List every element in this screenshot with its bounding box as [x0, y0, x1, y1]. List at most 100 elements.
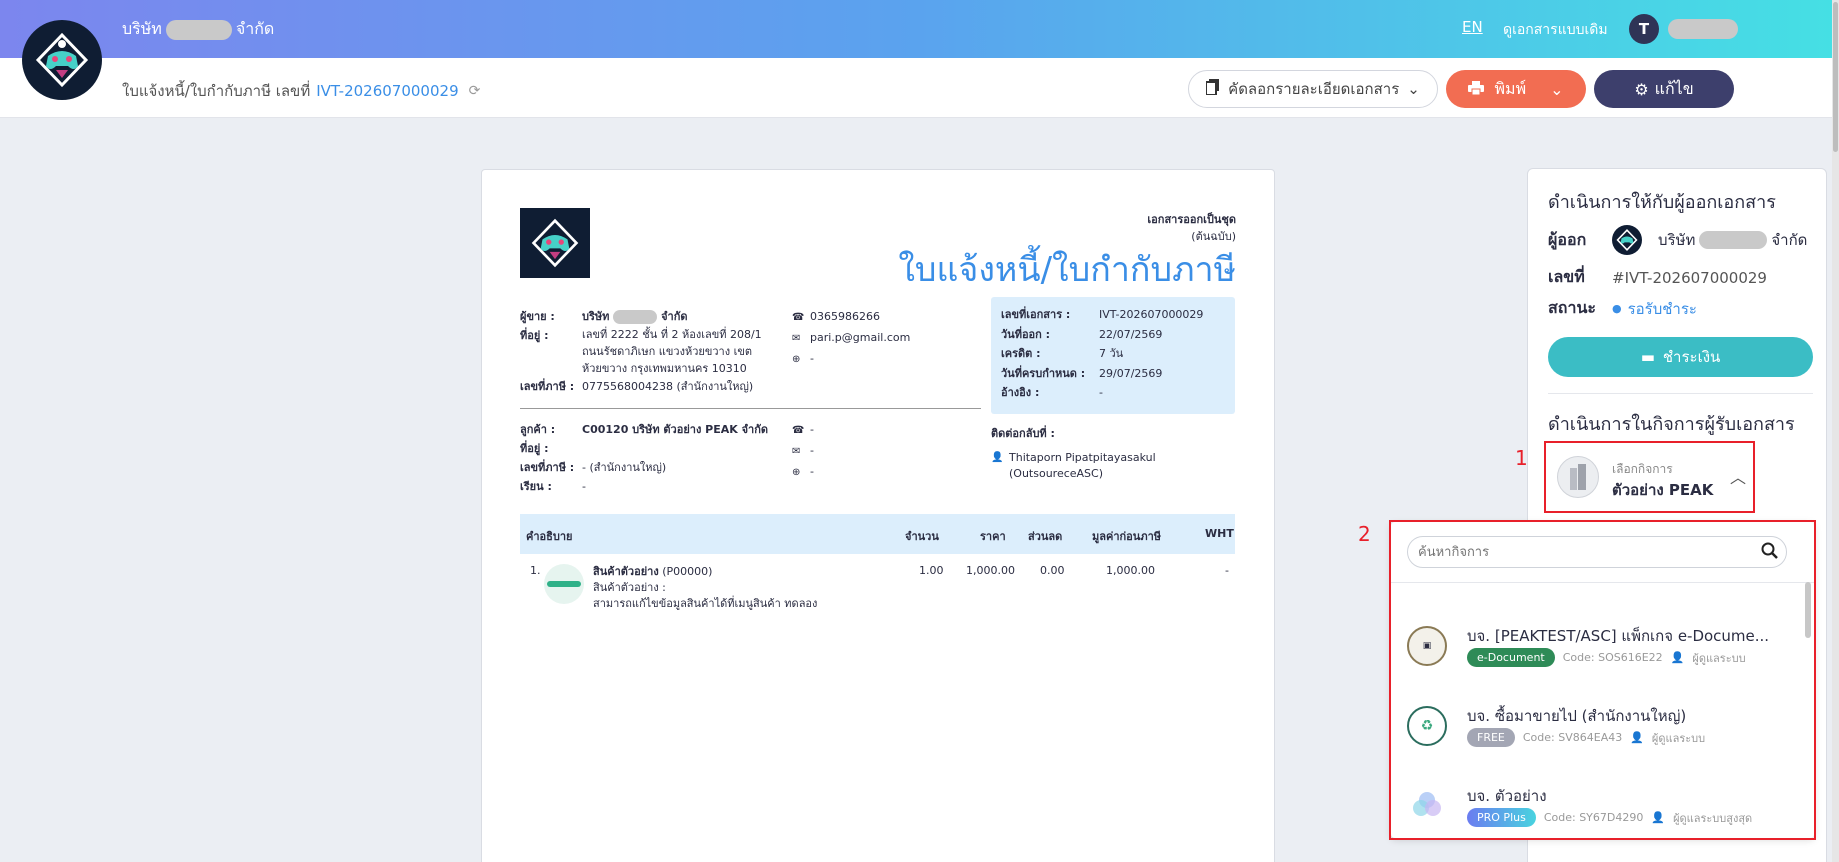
gamepad-logo-icon [1616, 229, 1638, 251]
legacy-docs-link[interactable]: ดูเอกสารแบบเดิม [1503, 19, 1608, 41]
company-prefix: บริษัท [122, 19, 162, 38]
top-bar: บริษัท จำกัด EN ดูเอกสารแบบเดิม T [0, 0, 1839, 58]
copy-icon [1205, 79, 1220, 99]
seller-name: บริษัท จำกัด [582, 307, 782, 326]
reference-label: อ้างอิง : [1001, 386, 1040, 399]
divider [520, 408, 981, 409]
user-name-redacted[interactable] [1668, 19, 1738, 39]
seller-tax-id: 0775568004238 (สำนักงานใหญ่) [582, 380, 754, 393]
language-switch-link[interactable]: EN [1462, 18, 1483, 36]
edit-button[interactable]: ⚙ แก้ไข [1594, 70, 1734, 108]
globe-icon: ⊕ [792, 467, 801, 478]
customer-tax-id: - (สำนักงานใหญ่) [582, 461, 667, 474]
status-value: รอรับชำระ [1627, 299, 1697, 318]
doc-no-value: IVT-202607000029 [1099, 308, 1204, 321]
seller-tax-label: เลขที่ภาษี : [520, 380, 575, 393]
customer-phone: - [810, 423, 814, 436]
customer-tax-label: เลขที่ภาษี : [520, 461, 575, 474]
document-preview: เอกสารออกเป็นชุด (ต้นฉบับ) ใบแจ้งหนี้/ใบ… [481, 169, 1275, 862]
document-title: ใบแจ้งหนี้/ใบกำกับภาษี เลขที่ IVT-202607… [122, 79, 480, 103]
refresh-icon[interactable]: ⟳ [469, 83, 481, 99]
issue-date-label: วันที่ออก : [1001, 327, 1051, 341]
number-row: เลขที่ #IVT-202607000029 [1548, 265, 1767, 290]
issuer-suffix: จำกัด [1771, 231, 1808, 249]
contact-back-label: ติดต่อกลับที่ : [991, 427, 1055, 440]
issuer-prefix: บริษัท [1658, 231, 1696, 249]
issue-date-value: 22/07/2569 [1099, 327, 1163, 341]
company-name[interactable]: บริษัท จำกัด [122, 17, 274, 42]
issuer-row: ผู้ออก บริษัท จำกัด [1548, 225, 1807, 255]
copy-details-label: คัดลอกรายละเอียดเอกสาร [1228, 80, 1400, 98]
document-type-label: ใบแจ้งหนี้/ใบกำกับภาษี เลขที่ [122, 82, 311, 100]
customer-label: ลูกค้า : [520, 423, 556, 436]
seller-suffix: จำกัด [661, 310, 688, 323]
col-description: คำอธิบาย [526, 530, 573, 543]
seller-email: pari.p@gmail.com [810, 331, 911, 344]
edit-label: แก้ไข [1654, 78, 1694, 98]
divider [1548, 393, 1813, 394]
seller-address-label: ที่อยู่ : [520, 329, 549, 342]
item-description: สินค้าตัวอย่าง (P00000) สินค้าตัวอย่าง :… [593, 564, 817, 612]
product-icon [547, 581, 581, 587]
pay-button[interactable]: ▬ ชำระเงิน [1548, 337, 1813, 377]
seller-name-redacted [613, 310, 658, 324]
seller-address: เลขที่ 2222 ชั้น ที่ 2 ห้องเลขที่ 208/1 … [582, 328, 762, 375]
status-label: สถานะ [1548, 298, 1596, 317]
customer-name: C00120 บริษัท ตัวอย่าง PEAK จำกัด [582, 423, 769, 436]
seller-web: - [810, 352, 814, 365]
due-date-label: วันที่ครบกำหนด : [1001, 366, 1086, 380]
seller-contact: ☎ 0365986266 ✉ pari.p@gmail.com ⊕ - [792, 307, 910, 370]
gamepad-logo-icon [531, 218, 579, 268]
contact-person: 👤 Thitaporn Pipatpitayasakul (OutsoureceA… [991, 450, 1235, 482]
col-quantity: จำนวน [905, 530, 939, 543]
gamepad-logo-icon [35, 32, 89, 88]
print-button[interactable]: พิมพ์ ⌄ [1446, 70, 1586, 108]
col-price: ราคา [980, 530, 1006, 543]
seller-prefix: บริษัท [582, 310, 610, 323]
doc-no-label: เลขที่เอกสาร : [1001, 308, 1071, 321]
document-heading: ใบแจ้งหนี้/ใบกำกับภาษี [898, 250, 1236, 290]
annotation-box-1 [1544, 441, 1755, 513]
issuer-logo [1612, 225, 1642, 255]
annotation-number-1: 1 [1515, 446, 1528, 470]
page-scrollbar-thumb[interactable] [1833, 2, 1838, 152]
contact-name: Thitaporn Pipatpitayasakul (OutsoureceAS… [1009, 451, 1156, 480]
status-dot-icon: ● [1612, 302, 1622, 315]
due-date-value: 29/07/2569 [1099, 366, 1163, 380]
col-amount: มูลค่าก่อนภาษี [1092, 530, 1161, 543]
annotation-number-2: 2 [1358, 522, 1371, 546]
credit-value: 7 วัน [1099, 347, 1124, 360]
pay-label: ชำระเงิน [1662, 348, 1721, 366]
print-chevron-down-icon[interactable]: ⌄ [1550, 80, 1563, 99]
wallet-icon: ▬ [1640, 348, 1655, 366]
item-price: 1,000.00 [966, 564, 1015, 577]
item-amount: 1,000.00 [1106, 564, 1155, 577]
email-icon: ✉ [792, 446, 801, 457]
copy-details-button[interactable]: คัดลอกรายละเอียดเอกสาร ⌄ [1188, 70, 1438, 108]
company-logo[interactable] [22, 20, 102, 100]
reference-value: - [1099, 386, 1103, 399]
item-desc-line-1: สินค้าตัวอย่าง : [593, 581, 666, 594]
document-number: IVT-202607000029 [316, 82, 459, 100]
seller-label: ผู้ขาย : [520, 310, 555, 323]
issuer-name-redacted [1699, 231, 1768, 249]
number-label: เลขที่ [1548, 267, 1585, 286]
number-value: #IVT-202607000029 [1612, 268, 1767, 287]
person-icon: 👤 [991, 452, 1004, 463]
chevron-down-icon: ⌄ [1407, 80, 1420, 98]
phone-icon: ☎ [792, 425, 805, 436]
customer-web: - [810, 465, 814, 478]
seller-phone: 0365986266 [810, 310, 880, 323]
company-name-redacted [165, 19, 232, 40]
user-avatar[interactable]: T [1629, 14, 1659, 44]
document-info-box: เลขที่เอกสาร : IVT-202607000029 วันที่ออก… [991, 297, 1235, 414]
globe-icon: ⊕ [792, 354, 801, 365]
phone-icon: ☎ [792, 312, 805, 323]
status-row: สถานะ ● รอรับชำระ [1548, 296, 1697, 321]
gear-icon: ⚙ [1634, 79, 1649, 99]
printer-icon [1468, 80, 1485, 99]
customer-block: ลูกค้า : C00120 บริษัท ตัวอย่าง PEAK จำกั… [520, 420, 822, 496]
item-name: สินค้าตัวอย่าง [593, 565, 659, 578]
issuer-actions-title: ดำเนินการให้กับผู้ออกเอกสาร [1548, 192, 1776, 213]
document-logo [520, 208, 590, 278]
